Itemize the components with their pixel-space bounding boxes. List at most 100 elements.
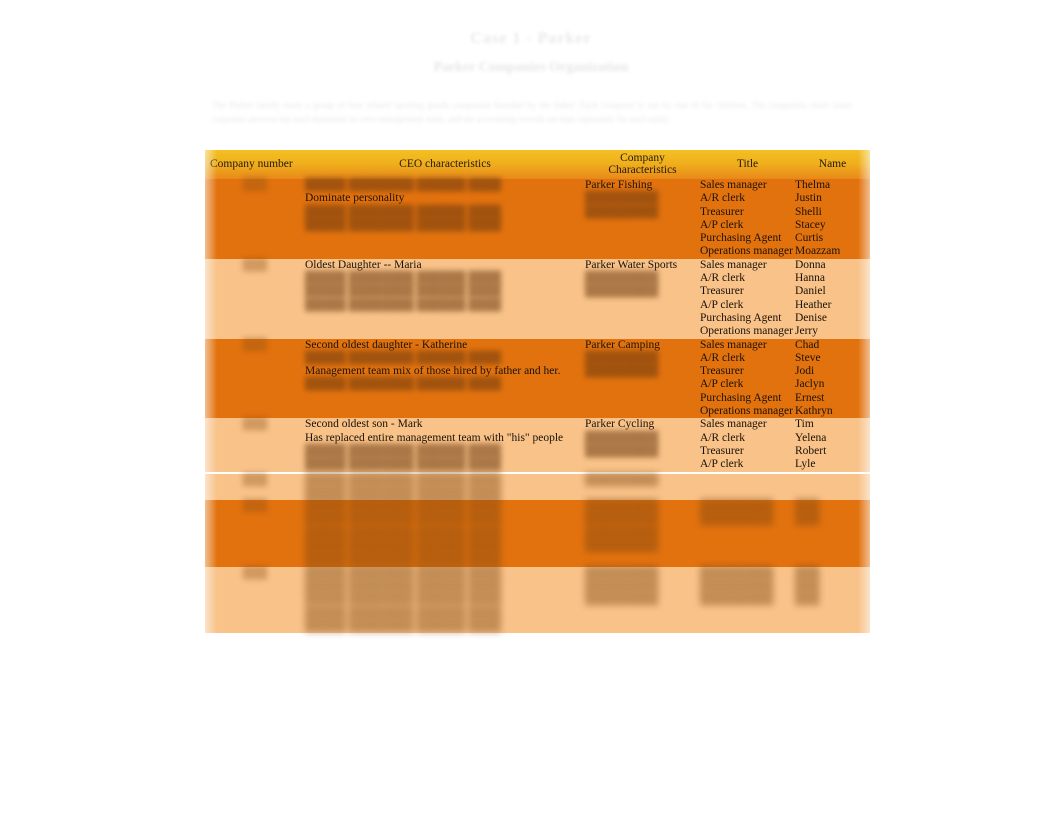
- cell-company-characteristics: Parker Fishing █████████ █████████: [585, 179, 700, 259]
- staff-name: Stacey: [795, 218, 826, 231]
- staff-title-redacted: █████████: [700, 500, 774, 513]
- ceo-line-redacted: █████ ████████ ██████ ████: [305, 218, 502, 231]
- ceo-line: Second oldest daughter - Katherine: [305, 338, 468, 351]
- column-header-company-number: Company number: [205, 150, 305, 179]
- cell-company-characteristics: Parker Cycling █████████ █████████: [585, 418, 700, 471]
- cell-names: ███ ███ ███: [795, 567, 870, 633]
- staff-title-redacted: █████████: [700, 579, 774, 592]
- cell-company-characteristics: █████████: [585, 474, 700, 501]
- ceo-line-redacted: █████ ████████ ██████ ████: [305, 205, 502, 218]
- cell-names: [795, 474, 870, 501]
- staff-name: Kathryn: [795, 405, 833, 418]
- ceo-line-redacted: █████ ████████ ██████ ████: [305, 285, 502, 298]
- staff-title: Purchasing Agent: [700, 232, 782, 245]
- document-title: Case 1 - Parker: [470, 30, 592, 47]
- staff-name: Curtis: [795, 232, 824, 245]
- company-line-redacted: █████████: [585, 444, 659, 457]
- ceo-line: Dominate personality: [305, 192, 405, 205]
- company-number-redacted: ███: [242, 338, 268, 351]
- cell-company-number: ███: [205, 339, 305, 419]
- staff-name: Moazzam: [795, 245, 841, 258]
- company-number-redacted: ███: [242, 179, 268, 191]
- staff-name: Tim: [795, 418, 814, 431]
- cell-company-number: ███: [205, 259, 305, 339]
- company-line-redacted: █████████: [585, 192, 659, 205]
- org-table-container: Company number CEO characteristics Compa…: [205, 150, 870, 634]
- ceo-line-redacted: █████ ████████ ██████ ████: [305, 179, 502, 191]
- staff-title: Purchasing Agent: [700, 311, 782, 324]
- ceo-line-redacted: █████ ████████ ██████ ████: [305, 513, 502, 526]
- company-line-redacted: █████████: [585, 205, 659, 218]
- staff-name: Daniel: [795, 285, 826, 298]
- staff-name: Heather: [795, 298, 832, 311]
- ceo-line-redacted: █████ ████████ ██████ ████: [305, 606, 502, 619]
- ceo-line-redacted: █████ ████████ ██████ ████: [305, 593, 502, 606]
- company-line-redacted: █████████: [585, 431, 659, 444]
- company-name: Parker Camping: [585, 338, 661, 351]
- cell-ceo-characteristics: █████ ████████ ██████ ████ █████ ████████…: [305, 474, 585, 501]
- staff-title: Operations manager: [700, 325, 793, 338]
- ceo-line-redacted: █████ ████████ ██████ ████: [305, 500, 502, 513]
- table-row: ███ █████ ████████ ██████ ████ █████ █████…: [205, 566, 870, 634]
- ceo-line: Has replaced entire management team with…: [305, 431, 564, 444]
- cell-titles: █████████ █████████ █████████: [700, 567, 795, 633]
- staff-name: Donna: [795, 258, 826, 271]
- cell-titles: [700, 474, 795, 501]
- company-line-redacted: █████████: [585, 579, 659, 592]
- staff-title: Treasurer: [700, 365, 744, 378]
- table-row: ███ Second oldest son - Mark Has replaced …: [205, 418, 870, 472]
- document-intro-paragraph: The Parker family owns a group of four r…: [212, 100, 852, 124]
- ceo-line: Management team mix of those hired by fa…: [305, 365, 561, 378]
- company-number-redacted: ███: [242, 566, 268, 579]
- ceo-line-redacted: █████ ████████ ██████ ████: [305, 444, 502, 457]
- table-row: ███ █████ ████████ ██████ ████ █████ █████…: [205, 473, 870, 501]
- staff-name: Justin: [795, 192, 822, 205]
- cell-names: Thelma Justin Shelli Stacey Curtis Moazzam: [795, 179, 870, 259]
- cell-titles: █████████ █████████: [700, 500, 795, 566]
- cell-ceo-characteristics: Second oldest daughter - Katherine █████ …: [305, 339, 585, 419]
- cell-company-number: ███: [205, 474, 305, 501]
- document-page: Case 1 - Parker Parker Companies Organiz…: [0, 0, 1062, 822]
- cell-ceo-characteristics: █████ ████████ ██████ ████ █████ ████████…: [305, 567, 585, 633]
- ceo-line-redacted: █████ ████████ ██████ ████: [305, 458, 502, 471]
- column-header-name: Name: [795, 150, 870, 179]
- cell-titles: Sales manager A/R clerk Treasurer A/P clerk: [700, 418, 795, 471]
- ceo-line-redacted: █████ ████████ ██████ ████: [305, 619, 502, 632]
- staff-title: Sales manager: [700, 418, 767, 431]
- staff-title-redacted: █████████: [700, 593, 774, 606]
- document-subtitle: Parker Companies Organization: [433, 60, 629, 75]
- cell-company-number: ███: [205, 418, 305, 471]
- company-name-redacted: █████████: [585, 473, 659, 486]
- staff-name-redacted: ███: [795, 513, 820, 526]
- cell-company-number: ███: [205, 179, 305, 259]
- staff-title: A/R clerk: [700, 272, 746, 285]
- staff-name: Robert: [795, 444, 827, 457]
- ceo-line-redacted: █████ ████████ ██████ ████: [305, 553, 502, 566]
- staff-name: Ernest: [795, 391, 825, 404]
- staff-name-redacted: ███: [795, 593, 820, 606]
- cell-company-number: ███: [205, 500, 305, 566]
- staff-name: Jerry: [795, 325, 818, 338]
- staff-name: Denise: [795, 311, 827, 324]
- staff-title-redacted: █████████: [700, 566, 774, 579]
- staff-title: Purchasing Agent: [700, 391, 782, 404]
- column-header-company-characteristics: Company Characteristics: [585, 150, 700, 179]
- staff-name: Lyle: [795, 458, 816, 471]
- table-header-row: Company number CEO characteristics Compa…: [205, 150, 870, 179]
- table-row: ███ █████ ████████ ██████ ████ Dominate pe…: [205, 179, 870, 259]
- staff-title-redacted: █████████: [700, 513, 774, 526]
- staff-title: A/R clerk: [700, 431, 746, 444]
- ceo-line: Second oldest son - Mark: [305, 418, 423, 431]
- column-header-title: Title: [700, 150, 795, 179]
- staff-name: Chad: [795, 338, 820, 351]
- cell-names: Donna Hanna Daniel Heather Denise Jerry: [795, 259, 870, 339]
- table-row: ███ Oldest Daughter -- Maria █████ ███████…: [205, 258, 870, 339]
- ceo-line-redacted: █████ ████████ ██████ ████: [305, 566, 502, 579]
- company-number-redacted: ███: [242, 500, 268, 513]
- ceo-line-redacted: █████ ████████ ██████ ████: [305, 473, 502, 486]
- staff-name: Shelli: [795, 205, 822, 218]
- staff-name: Hanna: [795, 272, 826, 285]
- cell-names: Tim Yelena Robert Lyle: [795, 418, 870, 471]
- staff-title: Sales manager: [700, 338, 767, 351]
- company-name: Parker Cycling: [585, 418, 655, 431]
